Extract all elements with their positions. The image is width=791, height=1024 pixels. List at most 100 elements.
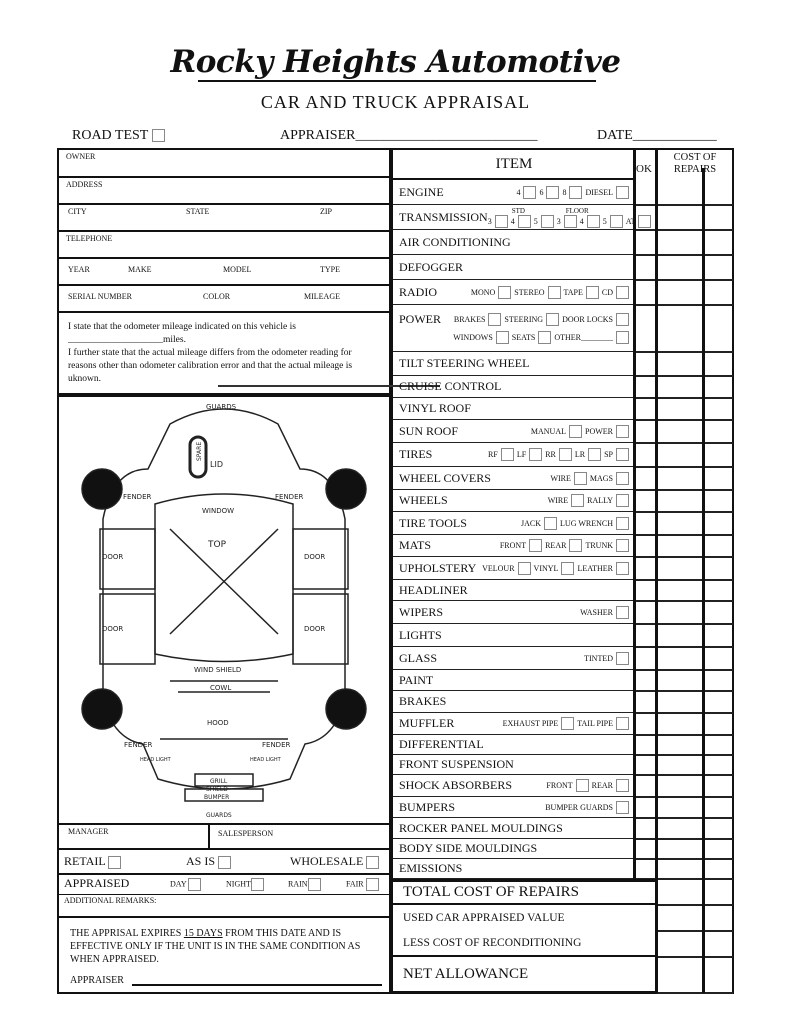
vehicle-field[interactable]: YEAR MAKE MODEL TYPE bbox=[58, 259, 390, 286]
option-checkbox[interactable] bbox=[544, 516, 558, 530]
company-title: Rocky Heights Automotive bbox=[170, 44, 621, 80]
option-checkbox[interactable] bbox=[616, 561, 629, 575]
night-checkbox[interactable] bbox=[250, 878, 264, 891]
owner-field[interactable]: OWNER bbox=[58, 150, 390, 178]
ok-cost-cells[interactable] bbox=[636, 580, 733, 601]
state-label: STATE bbox=[186, 207, 210, 216]
option-checkbox[interactable] bbox=[588, 448, 602, 461]
option-checkbox[interactable] bbox=[575, 779, 589, 792]
ok-cost-cells[interactable] bbox=[636, 775, 733, 797]
option-checkbox[interactable] bbox=[586, 214, 600, 228]
wholesale-checkbox[interactable] bbox=[366, 855, 380, 869]
telephone-field[interactable]: TELEPHONE bbox=[58, 232, 390, 259]
ok-cost-cells[interactable] bbox=[636, 255, 733, 280]
ok-cost-cells[interactable] bbox=[636, 670, 733, 691]
ok-cost-cells[interactable] bbox=[636, 180, 733, 205]
ok-cost-cells[interactable] bbox=[636, 512, 733, 535]
ok-cost-cells[interactable] bbox=[636, 535, 733, 557]
ok-cost-cells[interactable] bbox=[636, 624, 733, 647]
option-checkbox[interactable] bbox=[540, 214, 554, 228]
date-field[interactable]: DATE____________ bbox=[597, 128, 717, 144]
ok-cost-cells[interactable] bbox=[636, 467, 733, 490]
option-checkbox[interactable] bbox=[488, 313, 502, 326]
option-checkbox[interactable] bbox=[561, 717, 575, 730]
option-checkbox[interactable] bbox=[495, 331, 509, 344]
ok-cost-cells[interactable] bbox=[636, 647, 733, 670]
ok-cost-cells[interactable] bbox=[636, 713, 733, 735]
fair-checkbox[interactable] bbox=[365, 878, 379, 891]
additional-remarks-field[interactable]: ADDITIONAL REMARKS: bbox=[58, 895, 390, 918]
option-checkbox[interactable] bbox=[571, 494, 585, 507]
ok-cost-cells[interactable] bbox=[636, 557, 733, 580]
option-checkbox[interactable] bbox=[616, 651, 629, 665]
option-checkbox[interactable] bbox=[616, 448, 629, 461]
option-checkbox[interactable] bbox=[563, 214, 577, 228]
option-checkbox[interactable] bbox=[573, 471, 587, 485]
ok-cost-cells[interactable] bbox=[636, 443, 733, 467]
manager-field[interactable]: MANAGER bbox=[68, 827, 108, 836]
option-checkbox[interactable] bbox=[523, 185, 537, 199]
option-checkbox[interactable] bbox=[616, 471, 629, 485]
ok-cost-cells[interactable] bbox=[636, 352, 733, 376]
option-checkbox[interactable] bbox=[569, 185, 583, 199]
serial-field[interactable]: SERIAL NUMBER COLOR MILEAGE bbox=[58, 286, 390, 313]
city-state-zip-field[interactable]: CITY STATE ZIP bbox=[58, 205, 390, 232]
option-checkbox[interactable] bbox=[616, 539, 629, 552]
option-checkbox[interactable] bbox=[616, 185, 629, 199]
ok-cost-cells[interactable] bbox=[636, 305, 733, 352]
appraiser-field[interactable]: APPRAISER__________________________ bbox=[280, 128, 537, 144]
ok-cost-cells[interactable] bbox=[636, 205, 733, 230]
option-checkbox[interactable] bbox=[569, 424, 582, 438]
ok-cost-cells[interactable] bbox=[636, 398, 733, 420]
retail-checkbox[interactable] bbox=[108, 855, 122, 869]
option-checkbox[interactable] bbox=[558, 448, 572, 461]
option-checkbox[interactable] bbox=[538, 331, 552, 344]
option-checkbox[interactable] bbox=[616, 424, 629, 438]
ok-cost-cells[interactable] bbox=[636, 490, 733, 512]
diagram-label-door-3: DOOR bbox=[102, 625, 123, 633]
ok-cost-cells[interactable] bbox=[636, 797, 733, 818]
option-checkbox[interactable] bbox=[561, 561, 575, 575]
ok-cost-cells[interactable] bbox=[636, 735, 733, 755]
option-checkbox[interactable] bbox=[500, 448, 514, 461]
option-checkbox[interactable] bbox=[585, 285, 599, 299]
ok-cost-cells[interactable] bbox=[636, 230, 733, 255]
as-is-checkbox[interactable] bbox=[218, 855, 232, 869]
option-checkbox[interactable] bbox=[498, 285, 512, 299]
option-checkbox[interactable] bbox=[517, 214, 531, 228]
ok-cost-cells[interactable] bbox=[636, 839, 733, 859]
option-checkbox[interactable] bbox=[529, 539, 543, 552]
day-checkbox[interactable] bbox=[188, 878, 202, 891]
option-checkbox[interactable] bbox=[546, 313, 560, 326]
option-checkbox[interactable] bbox=[494, 214, 508, 228]
option-checkbox[interactable] bbox=[616, 494, 629, 507]
ok-cost-cells[interactable] bbox=[636, 280, 733, 305]
option-checkbox[interactable] bbox=[616, 285, 629, 299]
rain-checkbox[interactable] bbox=[307, 878, 321, 891]
option-checkbox[interactable] bbox=[546, 185, 560, 199]
ok-cost-cells[interactable] bbox=[636, 691, 733, 713]
option-checkbox[interactable] bbox=[616, 331, 629, 344]
ok-cost-cells[interactable] bbox=[636, 818, 733, 839]
option-checkbox[interactable] bbox=[569, 539, 583, 552]
option-checkbox[interactable] bbox=[616, 800, 629, 814]
address-field[interactable]: ADDRESS bbox=[58, 178, 390, 205]
option-checkbox[interactable] bbox=[609, 214, 623, 228]
salesperson-field[interactable]: SALESPERSON bbox=[218, 829, 273, 838]
option-checkbox[interactable] bbox=[517, 561, 531, 575]
option-checkbox[interactable] bbox=[616, 605, 629, 619]
road-test-checkbox[interactable] bbox=[151, 129, 165, 143]
option-checkbox[interactable] bbox=[616, 779, 629, 792]
ok-cost-cells[interactable] bbox=[636, 420, 733, 443]
ok-cost-cells[interactable] bbox=[636, 376, 733, 398]
option-checkbox[interactable] bbox=[616, 516, 629, 530]
option-checkbox[interactable] bbox=[529, 448, 543, 461]
ok-cost-cells[interactable] bbox=[636, 755, 733, 775]
option-checkbox[interactable] bbox=[547, 285, 561, 299]
bottom-appraiser-line[interactable] bbox=[132, 984, 382, 986]
option-checkbox[interactable] bbox=[616, 717, 629, 730]
ok-cost-cells[interactable] bbox=[636, 859, 733, 879]
ok-cost-cells[interactable] bbox=[636, 601, 733, 624]
option-label: RF bbox=[488, 450, 498, 459]
option-checkbox[interactable] bbox=[616, 313, 629, 326]
